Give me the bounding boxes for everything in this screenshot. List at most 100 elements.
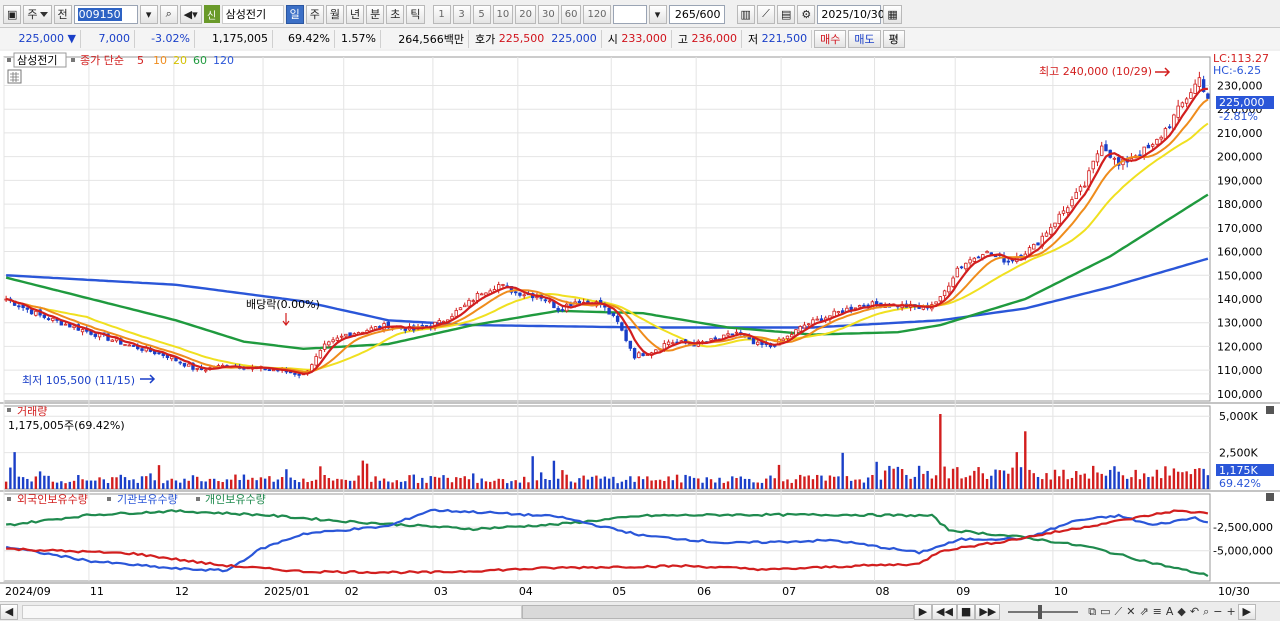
stop-icon[interactable]: ■ <box>956 603 976 620</box>
candle-body <box>713 337 717 340</box>
volume-bar <box>467 479 471 489</box>
tab-second[interactable]: 초 <box>386 4 405 24</box>
code-dropdown-icon[interactable]: ▾ <box>139 4 158 24</box>
candle-body <box>1006 260 1010 263</box>
period-button[interactable]: 전 <box>53 4 72 24</box>
layout-icon[interactable]: ⧉ <box>1088 605 1096 619</box>
scrollbar-track[interactable] <box>22 604 522 619</box>
volume-bar <box>13 452 16 489</box>
zoom-out-icon[interactable]: − <box>1213 605 1222 618</box>
sell-button[interactable]: 매도 <box>848 29 881 48</box>
candle-body <box>1104 144 1108 152</box>
volume-bar <box>289 477 292 489</box>
date-input[interactable]: 2025/10/30 <box>817 4 885 24</box>
paint-icon[interactable]: ◆ <box>1177 605 1185 618</box>
volume-bar <box>476 482 479 489</box>
minute-20[interactable]: 20 <box>515 4 536 24</box>
tab-minute[interactable]: 분 <box>366 4 385 24</box>
custom-period-input[interactable] <box>612 4 647 24</box>
volume-bar <box>106 483 110 489</box>
volume-bar <box>578 478 581 489</box>
gear-icon[interactable]: ⚙ <box>797 4 816 24</box>
volume-bar <box>1189 474 1193 489</box>
volume-bar <box>731 476 734 489</box>
scroll-left-icon[interactable]: ◀ <box>0 603 18 620</box>
volume-bar <box>620 481 624 489</box>
fibo-tool-icon[interactable]: ≡ <box>1153 605 1162 618</box>
table-icon[interactable] <box>7 69 22 84</box>
volume-bar <box>357 475 360 489</box>
volume-bar <box>480 478 483 489</box>
volume-bar <box>977 467 980 489</box>
volume-bar <box>1142 473 1146 489</box>
volume-bar <box>896 466 900 489</box>
minute-30[interactable]: 30 <box>537 4 559 24</box>
stock-chart[interactable]: 100,000 110,000 120,000 130,000 140,000 150,0… <box>0 51 1280 601</box>
bar-count-field[interactable]: 265/600 <box>668 4 725 24</box>
text-tool-icon[interactable]: A <box>1166 605 1174 618</box>
volume-close-icon[interactable] <box>1266 406 1274 414</box>
zoom-slider[interactable] <box>1008 604 1079 619</box>
volume-bar <box>395 480 398 489</box>
volume-bar <box>145 476 148 489</box>
candle-body <box>628 340 633 349</box>
candle-body <box>547 300 552 303</box>
tab-yearly[interactable]: 년 <box>346 4 365 24</box>
volume-bar <box>348 480 352 489</box>
candle-body <box>730 333 734 336</box>
fast-forward-icon[interactable]: ▶▶ <box>975 603 1001 620</box>
minute-1[interactable]: 1 <box>432 4 451 24</box>
stock-code-input[interactable]: 009150 <box>73 4 138 24</box>
volume-bar <box>786 479 789 489</box>
buy-button[interactable]: 매수 <box>814 29 847 48</box>
tab-monthly[interactable]: 월 <box>325 4 345 24</box>
minute-3[interactable]: 3 <box>452 4 471 24</box>
candle-body <box>322 343 327 350</box>
x-tick-label: 07 <box>782 585 796 598</box>
volume-bar <box>1198 468 1201 489</box>
custom-period-dropdown[interactable]: ▾ <box>648 4 667 24</box>
speaker-icon[interactable]: ◀▾ <box>179 4 202 24</box>
candle-body <box>1100 145 1104 156</box>
volume-bar <box>429 476 432 489</box>
candle-body <box>671 342 675 345</box>
minute-5[interactable]: 5 <box>472 4 491 24</box>
candle-body <box>955 267 960 278</box>
minute-120[interactable]: 120 <box>583 4 611 24</box>
zoom-in-icon[interactable]: + <box>1226 605 1235 618</box>
tab-tick[interactable]: 틱 <box>406 4 425 24</box>
tab-daily[interactable]: 일 <box>285 4 304 24</box>
volume-bar <box>162 483 165 489</box>
candle-body <box>1061 210 1066 214</box>
save-icon[interactable]: ▤ <box>776 4 796 24</box>
tab-weekly[interactable]: 주 <box>305 4 324 24</box>
volume-bar <box>616 483 619 489</box>
average-button[interactable]: 평 <box>882 29 905 48</box>
rewind-icon[interactable]: ◀◀ <box>932 603 957 620</box>
cross-tool-icon[interactable]: ✕ <box>1126 605 1135 618</box>
line-tool-icon[interactable]: ⟋ <box>1115 605 1123 619</box>
candle-body <box>1074 191 1078 199</box>
volume-bar <box>1193 468 1197 489</box>
minute-60[interactable]: 60 <box>560 4 582 24</box>
candle-body <box>790 334 794 338</box>
zoom-search-icon[interactable]: ⌕ <box>1203 605 1209 619</box>
candle-type-icon[interactable]: ▥ <box>736 4 755 24</box>
holdings-close-icon[interactable] <box>1266 493 1274 501</box>
volume-bar <box>450 482 454 489</box>
volume-bar <box>459 477 462 489</box>
draw-tool-icon[interactable]: ⟋ <box>756 4 775 24</box>
scroll-right-icon[interactable]: ▶ <box>1237 603 1256 620</box>
minute-10[interactable]: 10 <box>492 4 514 24</box>
search-icon[interactable]: ⌕ <box>159 4 178 24</box>
menu-dropdown[interactable]: 주 <box>23 4 52 24</box>
scrollbar-thumb[interactable] <box>522 604 914 619</box>
calendar-icon[interactable]: ▦ <box>883 4 902 24</box>
play-right-icon[interactable]: ▶ <box>914 603 932 620</box>
volume-bar <box>951 468 955 489</box>
trend-tool-icon[interactable]: ⇗ <box>1139 605 1148 618</box>
layout2-icon[interactable]: ▭ <box>1100 605 1110 618</box>
window-icon[interactable]: ▣ <box>3 4 22 24</box>
undo-icon[interactable]: ↶ <box>1190 605 1199 618</box>
volume-bar <box>208 478 212 489</box>
